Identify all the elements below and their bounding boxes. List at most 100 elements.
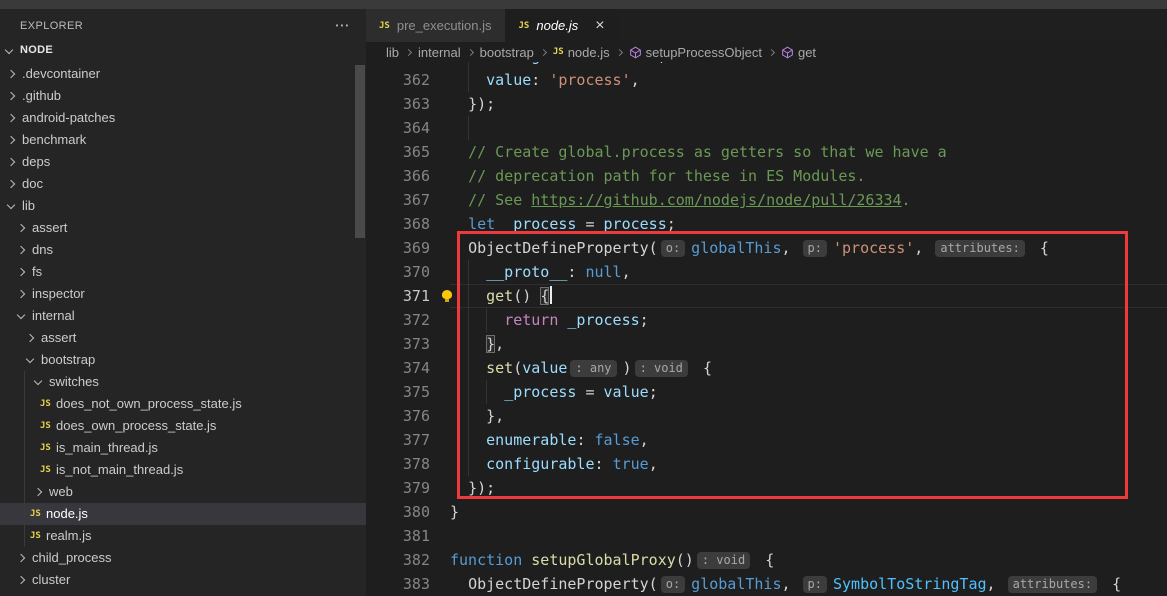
tree-item-switches[interactable]: switches: [0, 371, 366, 393]
tree-item-is-main-thread-js[interactable]: JSis_main_thread.js: [0, 437, 366, 459]
line-number[interactable]: 376: [366, 404, 450, 428]
line-number[interactable]: 372: [366, 308, 450, 332]
explorer-header: EXPLORER ⋯: [0, 9, 366, 36]
code-line-374[interactable]: 374 set(value: any): void {: [366, 356, 1167, 380]
tree-item--github[interactable]: .github: [0, 85, 366, 107]
code-token: // deprecation path for these in ES Modu…: [468, 167, 865, 185]
breadcrumb-item-get[interactable]: get: [781, 45, 816, 60]
code-line-381[interactable]: 381: [366, 524, 1167, 548]
line-number[interactable]: 380: [366, 500, 450, 524]
breadcrumb-item-lib[interactable]: lib: [386, 45, 399, 60]
tree-item-doc[interactable]: doc: [0, 173, 366, 195]
code-link[interactable]: https://github.com/nodejs/node/pull/2633…: [531, 191, 901, 209]
tree-item-assert[interactable]: assert: [0, 327, 366, 349]
code-line-364[interactable]: 364: [366, 116, 1167, 140]
code-token: (): [676, 551, 694, 569]
line-number[interactable]: 367: [366, 188, 450, 212]
chevron-right-icon: [34, 488, 42, 496]
tree-item-is-not-main-thread-js[interactable]: JSis_not_main_thread.js: [0, 459, 366, 481]
line-number[interactable]: 382: [366, 548, 450, 572]
tree-item-web[interactable]: web: [0, 481, 366, 503]
code-line-375[interactable]: 375 _process = value;: [366, 380, 1167, 404]
breadcrumb-item-node-js[interactable]: JSnode.js: [553, 45, 610, 60]
breadcrumb-item-setupprocessobject[interactable]: setupProcessObject: [629, 45, 762, 60]
indent-guide: [468, 284, 469, 308]
line-number[interactable]: 363: [366, 92, 450, 116]
code-token: value: [486, 71, 531, 89]
code-line-383[interactable]: 383 ObjectDefineProperty(o:globalThis, p…: [366, 572, 1167, 596]
line-number[interactable]: 368: [366, 212, 450, 236]
tree-item-lib[interactable]: lib: [0, 195, 366, 217]
tree-item-android-patches[interactable]: android-patches: [0, 107, 366, 129]
tree-item-child-process[interactable]: child_process: [0, 547, 366, 569]
code-token: (: [513, 359, 522, 377]
tab-node-js[interactable]: JSnode.js×: [506, 9, 618, 42]
code-line-382[interactable]: 382function setupGlobalProxy(): void {: [366, 548, 1167, 572]
tree-item-node-js[interactable]: JSnode.js: [0, 503, 366, 525]
line-number[interactable]: 381: [366, 524, 450, 548]
line-number[interactable]: 378: [366, 452, 450, 476]
code-line-368[interactable]: 368 let _process = process;: [366, 212, 1167, 236]
code-line-369[interactable]: 369 ObjectDefineProperty(o:globalThis, p…: [366, 236, 1167, 260]
code-line-365[interactable]: 365 // Create global.process as getters …: [366, 140, 1167, 164]
more-actions-icon[interactable]: ⋯: [335, 21, 350, 31]
breadcrumb-item-internal[interactable]: internal: [418, 45, 461, 60]
code-token: value: [604, 383, 649, 401]
code-line-373[interactable]: 373 },: [366, 332, 1167, 356]
code-token: true: [613, 455, 649, 473]
tree-item-bootstrap[interactable]: bootstrap: [0, 349, 366, 371]
line-number[interactable]: 362: [366, 68, 450, 92]
line-number[interactable]: 373: [366, 332, 450, 356]
code-token: }: [486, 335, 495, 353]
tree-item-does-not-own-process-state-js[interactable]: JSdoes_not_own_process_state.js: [0, 393, 366, 415]
line-number[interactable]: 383: [366, 572, 450, 596]
breadcrumb-separator-icon: [616, 49, 623, 56]
code-line-376[interactable]: 376 },: [366, 404, 1167, 428]
breadcrumb-item-bootstrap[interactable]: bootstrap: [480, 45, 534, 60]
code-line-378[interactable]: 378 configurable: true,: [366, 452, 1167, 476]
code-line-362[interactable]: 362 value: 'process',: [366, 68, 1167, 92]
text-cursor: [550, 286, 552, 304]
code-line-363[interactable]: 363 });: [366, 92, 1167, 116]
chevron-right-icon: [17, 268, 25, 276]
line-number[interactable]: 365: [366, 140, 450, 164]
code-line-380[interactable]: 380}: [366, 500, 1167, 524]
code-line-367[interactable]: 367 // See https://github.com/nodejs/nod…: [366, 188, 1167, 212]
line-number[interactable]: 379: [366, 476, 450, 500]
line-number[interactable]: 364: [366, 116, 450, 140]
code-token: function: [450, 551, 522, 569]
code-line-371[interactable]: 371 get() {: [366, 284, 1167, 308]
tree-item-fs[interactable]: fs: [0, 261, 366, 283]
tree-item-cluster[interactable]: cluster: [0, 569, 366, 591]
tree-item-label: fs: [32, 264, 42, 279]
sidebar-scrollbar[interactable]: [355, 65, 365, 238]
code-line-370[interactable]: 370 __proto__: null,: [366, 260, 1167, 284]
tree-item-realm-js[interactable]: JSrealm.js: [0, 525, 366, 547]
tree-item-dns[interactable]: dns: [0, 239, 366, 261]
code-line-377[interactable]: 377 enumerable: false,: [366, 428, 1167, 452]
tree-item-deps[interactable]: deps: [0, 151, 366, 173]
section-header-node[interactable]: NODE: [0, 36, 366, 63]
tree-item-inspector[interactable]: inspector: [0, 283, 366, 305]
line-number[interactable]: 369: [366, 236, 450, 260]
code-line-379[interactable]: 379 });: [366, 476, 1167, 500]
line-number[interactable]: 375: [366, 380, 450, 404]
code-line-366[interactable]: 366 // deprecation path for these in ES …: [366, 164, 1167, 188]
code-line-372[interactable]: 372 return _process;: [366, 308, 1167, 332]
code-editor[interactable]: 361 configurable: false,362 value: 'proc…: [366, 62, 1167, 596]
tree-item-internal[interactable]: internal: [0, 305, 366, 327]
close-icon[interactable]: ×: [595, 19, 604, 33]
line-number[interactable]: 366: [366, 164, 450, 188]
code-token: _process: [567, 311, 639, 329]
code-token: ;: [649, 383, 658, 401]
tree-item-does-own-process-state-js[interactable]: JSdoes_own_process_state.js: [0, 415, 366, 437]
tree-item-benchmark[interactable]: benchmark: [0, 129, 366, 151]
tab-pre-execution-js[interactable]: JSpre_execution.js: [366, 9, 505, 42]
tree-item--devcontainer[interactable]: .devcontainer: [0, 63, 366, 85]
tree-item-assert[interactable]: assert: [0, 217, 366, 239]
line-number[interactable]: 370: [366, 260, 450, 284]
line-number[interactable]: 371: [366, 284, 450, 308]
line-number[interactable]: 377: [366, 428, 450, 452]
chevron-down-icon: [7, 201, 15, 209]
line-number[interactable]: 374: [366, 356, 450, 380]
